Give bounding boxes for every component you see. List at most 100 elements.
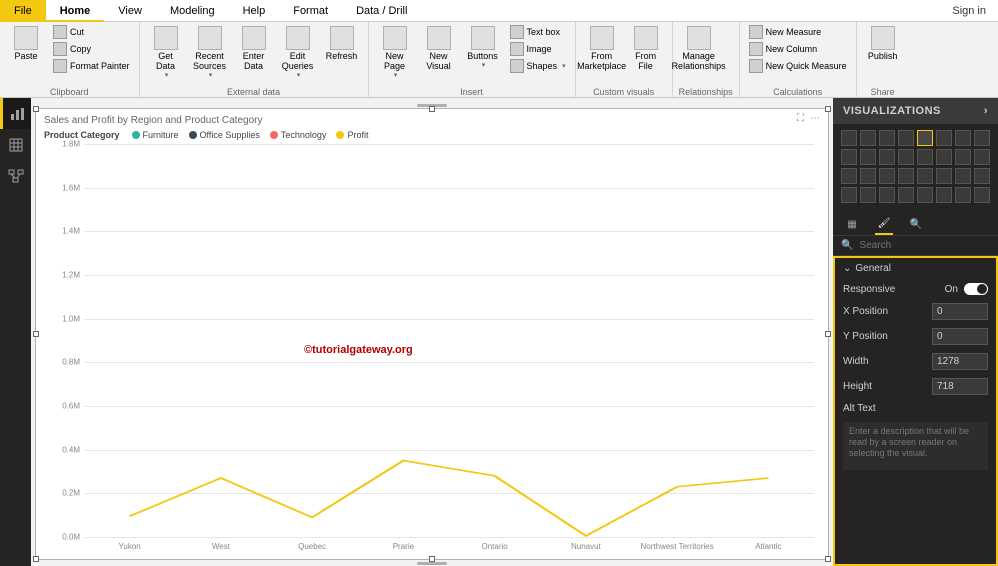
refresh-button[interactable]: Refresh <box>322 24 362 64</box>
viz-type[interactable] <box>879 130 895 146</box>
tab-view[interactable]: View <box>104 0 156 22</box>
tab-help[interactable]: Help <box>229 0 280 22</box>
recent-sources-button[interactable]: Recent Sources <box>190 24 230 81</box>
resize-handle[interactable] <box>825 556 831 562</box>
nav-data-view[interactable] <box>0 129 31 160</box>
viz-type[interactable] <box>841 130 857 146</box>
format-search-input[interactable] <box>859 240 991 251</box>
viz-type[interactable] <box>974 187 990 203</box>
viz-type[interactable] <box>860 149 876 165</box>
visualizations-panel: VISUALIZATIONS › ▦ 🖌 🔍 🔍 ⌄General Respon… <box>833 98 998 566</box>
sign-in-link[interactable]: Sign in <box>952 5 998 17</box>
new-column-button[interactable]: New Column <box>746 41 850 57</box>
y-position-input[interactable] <box>932 328 988 345</box>
report-canvas[interactable]: ⛶ ⋯ Sales and Profit by Region and Produ… <box>31 98 833 566</box>
tab-home[interactable]: Home <box>46 0 105 22</box>
enter-data-button[interactable]: Enter Data <box>234 24 274 74</box>
manage-rel-button[interactable]: Manage Relationships <box>679 24 719 74</box>
quick-measure-button[interactable]: New Quick Measure <box>746 58 850 74</box>
tab-modeling[interactable]: Modeling <box>156 0 229 22</box>
focus-mode-icon[interactable]: ⛶ <box>797 113 804 124</box>
tab-file[interactable]: File <box>0 0 46 22</box>
viz-type[interactable] <box>955 187 971 203</box>
viz-type[interactable] <box>917 168 933 184</box>
enter-data-icon <box>242 26 266 50</box>
from-marketplace-button[interactable]: From Marketplace <box>582 24 622 74</box>
copy-button[interactable]: Copy <box>50 41 133 57</box>
tab-data-drill[interactable]: Data / Drill <box>342 0 421 22</box>
new-visual-button[interactable]: New Visual <box>419 24 459 74</box>
image-button[interactable]: Image <box>507 41 569 57</box>
chevron-down-icon: ⌄ <box>843 263 851 274</box>
analytics-tab[interactable]: 🔍 <box>907 213 925 235</box>
viz-type[interactable] <box>974 130 990 146</box>
viz-type[interactable] <box>879 168 895 184</box>
viz-type[interactable] <box>955 149 971 165</box>
viz-type[interactable] <box>936 168 952 184</box>
viz-type[interactable] <box>860 130 876 146</box>
ribbon-group-insert: New Page New Visual Buttons Text box Ima… <box>369 22 576 97</box>
viz-type[interactable] <box>860 187 876 203</box>
viz-type[interactable] <box>898 149 914 165</box>
from-file-button[interactable]: From File <box>626 24 666 74</box>
cut-button[interactable]: Cut <box>50 24 133 40</box>
responsive-toggle[interactable] <box>964 283 988 295</box>
viz-type[interactable] <box>955 130 971 146</box>
new-measure-button[interactable]: New Measure <box>746 24 850 40</box>
resize-handle[interactable] <box>33 331 39 337</box>
new-page-button[interactable]: New Page <box>375 24 415 81</box>
ribbon: Paste Cut Copy Format Painter Clipboard … <box>0 22 998 98</box>
edit-queries-icon <box>286 26 310 50</box>
edit-queries-button[interactable]: Edit Queries <box>278 24 318 81</box>
width-input[interactable] <box>932 353 988 370</box>
viz-type[interactable] <box>917 149 933 165</box>
publish-button[interactable]: Publish <box>863 24 903 64</box>
resize-handle[interactable] <box>33 556 39 562</box>
resize-handle[interactable] <box>825 331 831 337</box>
chart-visual[interactable]: ⛶ ⋯ Sales and Profit by Region and Produ… <box>35 108 829 560</box>
viz-type[interactable] <box>936 187 952 203</box>
viz-type[interactable] <box>879 149 895 165</box>
left-nav <box>0 98 31 566</box>
viz-type[interactable] <box>841 149 857 165</box>
buttons-icon <box>471 26 495 50</box>
viz-type[interactable] <box>936 149 952 165</box>
viz-type[interactable] <box>860 168 876 184</box>
resize-handle[interactable] <box>429 556 435 562</box>
resize-handle[interactable] <box>429 106 435 112</box>
viz-type-selected[interactable] <box>917 130 933 146</box>
paste-button[interactable]: Paste <box>6 24 46 64</box>
visualizations-header[interactable]: VISUALIZATIONS › <box>833 98 998 124</box>
format-painter-button[interactable]: Format Painter <box>50 58 133 74</box>
nav-report-view[interactable] <box>0 98 31 129</box>
resize-handle[interactable] <box>33 106 39 112</box>
ribbon-group-calc: New Measure New Column New Quick Measure… <box>740 22 857 97</box>
shapes-button[interactable]: Shapes <box>507 58 569 74</box>
fields-tab[interactable]: ▦ <box>843 213 861 235</box>
text-box-button[interactable]: Text box <box>507 24 569 40</box>
height-input[interactable] <box>932 378 988 395</box>
nav-model-view[interactable] <box>0 160 31 191</box>
format-tab[interactable]: 🖌 <box>875 213 893 235</box>
viz-type[interactable] <box>974 168 990 184</box>
get-data-button[interactable]: Get Data <box>146 24 186 81</box>
x-position-input[interactable] <box>932 303 988 320</box>
viz-type[interactable] <box>841 187 857 203</box>
ribbon-label-rel: Relationships <box>679 85 733 97</box>
viz-type[interactable] <box>898 130 914 146</box>
resize-handle[interactable] <box>825 106 831 112</box>
section-general[interactable]: ⌄General <box>835 258 996 279</box>
more-options-icon[interactable]: ⋯ <box>810 113 820 124</box>
alt-text-input[interactable]: Enter a description that will be read by… <box>843 422 988 470</box>
viz-type[interactable] <box>898 187 914 203</box>
viz-type[interactable] <box>879 187 895 203</box>
viz-type[interactable] <box>955 168 971 184</box>
viz-type[interactable] <box>974 149 990 165</box>
viz-type[interactable] <box>841 168 857 184</box>
viz-type[interactable] <box>917 187 933 203</box>
buttons-button[interactable]: Buttons <box>463 24 503 72</box>
tab-format[interactable]: Format <box>279 0 342 22</box>
ribbon-label-share: Share <box>863 85 903 97</box>
viz-type[interactable] <box>936 130 952 146</box>
viz-type[interactable] <box>898 168 914 184</box>
